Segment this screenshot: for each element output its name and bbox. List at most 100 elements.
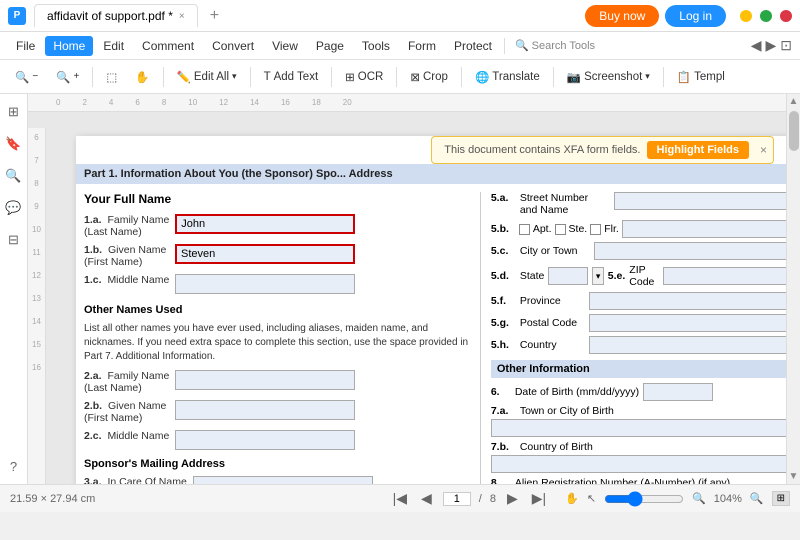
rc-alien-num: 8. xyxy=(491,477,511,484)
ste-checkbox[interactable] xyxy=(555,224,566,235)
rc-province-input[interactable] xyxy=(589,292,800,310)
menu-view[interactable]: View xyxy=(264,36,306,56)
sidebar-help-icon[interactable]: ? xyxy=(4,456,24,476)
highlight-fields-button[interactable]: Highlight Fields xyxy=(647,141,750,159)
your-full-name-title: Your Full Name xyxy=(84,192,472,206)
screenshot-dropdown-icon: ▾ xyxy=(645,71,650,82)
active-tab[interactable]: affidavit of support.pdf * × xyxy=(34,4,198,27)
search-tools-label: Search Tools xyxy=(532,40,595,52)
rc-country-birth-input[interactable] xyxy=(491,455,800,473)
log-in-button[interactable]: Log in xyxy=(665,5,726,27)
close-button[interactable] xyxy=(780,10,792,22)
prev-page-button[interactable]: ◀ xyxy=(418,488,435,509)
menu-home[interactable]: Home xyxy=(45,36,93,56)
middle-name-label-col: 1.c. Middle Name xyxy=(84,274,169,286)
rc-zip-input[interactable] xyxy=(663,267,800,285)
select-tool-button[interactable]: ⬚ xyxy=(99,67,124,87)
rc-postal-input[interactable] xyxy=(589,314,800,332)
rc-street-input[interactable] xyxy=(614,192,800,210)
care-of-input[interactable] xyxy=(193,476,373,484)
ste-label: Ste. xyxy=(569,223,588,235)
menu-convert[interactable]: Convert xyxy=(204,36,262,56)
search-tools[interactable]: 🔍 Search Tools xyxy=(509,37,601,54)
menu-tools[interactable]: Tools xyxy=(354,36,398,56)
ruler-mark: 0 xyxy=(56,98,60,107)
sidebar-layers-icon[interactable]: ⊟ xyxy=(4,230,24,250)
sidebar-comment-icon[interactable]: 💬 xyxy=(4,198,24,218)
left-col: Your Full Name 1.a. Family Name(Last Nam… xyxy=(84,192,480,484)
zoom-out-button[interactable]: 🔍− xyxy=(8,67,45,87)
menu-comment[interactable]: Comment xyxy=(134,36,202,56)
nav-back-icon[interactable]: ◀ xyxy=(751,37,762,54)
hand-tool-button[interactable]: ✋ xyxy=(128,67,156,87)
middle-name-num: 1.c. xyxy=(84,274,102,286)
rc-country-input[interactable] xyxy=(589,336,800,354)
apt-label: Apt. xyxy=(533,223,552,235)
rc-province-label: Province xyxy=(520,295,585,307)
rc-city-num: 5.c. xyxy=(491,245,516,257)
state-dropdown-icon[interactable]: ▾ xyxy=(592,267,603,285)
other-given-input[interactable] xyxy=(175,400,355,420)
maximize-button[interactable] xyxy=(760,10,772,22)
templ-button[interactable]: 📋 Templ xyxy=(670,67,732,87)
menu-page[interactable]: Page xyxy=(308,36,352,56)
rc-street-num: 5.a. xyxy=(491,192,516,204)
rc-city-input[interactable] xyxy=(594,242,800,260)
edit-all-button[interactable]: ✏️ Edit All ▾ xyxy=(170,67,244,87)
zoom-slider[interactable] xyxy=(604,491,684,507)
zoom-in-status-icon[interactable]: 🔍 xyxy=(750,492,764,505)
last-page-button[interactable]: ▶| xyxy=(529,488,549,509)
ocr-button[interactable]: ⊞ OCR xyxy=(338,67,390,87)
translate-button[interactable]: 🌐 Translate xyxy=(468,67,547,87)
middle-name-input[interactable] xyxy=(175,274,355,294)
rc-state-zip-row: 5.d. State ▾ 5.e. ZIP Code xyxy=(491,264,800,288)
ruler-v-mark: 6 xyxy=(34,133,38,142)
toolbar-sep-8 xyxy=(663,67,664,87)
crop-button[interactable]: ⊠ Crop xyxy=(403,67,455,87)
nav-forward-icon[interactable]: ▶ xyxy=(765,37,776,54)
zoom-out-status-icon[interactable]: 🔍 xyxy=(692,492,706,505)
next-page-button[interactable]: ▶ xyxy=(504,488,521,509)
add-text-button[interactable]: T Add Text xyxy=(257,68,326,86)
scroll-thumb[interactable] xyxy=(789,111,799,151)
minimize-button[interactable] xyxy=(740,10,752,22)
sidebar-search-icon[interactable]: 🔍 xyxy=(4,166,24,186)
new-tab-button[interactable]: + xyxy=(206,7,223,25)
rc-city-birth-input[interactable] xyxy=(491,419,800,437)
page-number-input[interactable] xyxy=(443,492,471,506)
fit-page-button[interactable]: ⊞ xyxy=(772,491,790,506)
given-name-input[interactable] xyxy=(175,244,355,264)
hand-icon: ✋ xyxy=(135,70,149,84)
rc-state-input[interactable] xyxy=(548,267,588,285)
vertical-ruler: 6 7 8 9 10 11 12 13 14 15 16 xyxy=(28,128,46,484)
menu-protect[interactable]: Protect xyxy=(446,36,500,56)
flr-checkbox[interactable] xyxy=(590,224,601,235)
rc-dob-input[interactable] xyxy=(643,383,713,401)
rc-zip-num: 5.e. xyxy=(608,270,626,282)
tab-close-icon[interactable]: × xyxy=(179,11,185,22)
other-middle-input[interactable] xyxy=(175,430,355,450)
menu-divider xyxy=(504,38,505,54)
toolbar-sep-4 xyxy=(331,67,332,87)
menu-form[interactable]: Form xyxy=(400,36,444,56)
first-page-button[interactable]: |◀ xyxy=(390,488,410,509)
sidebar-home-icon[interactable]: ⊞ xyxy=(4,102,24,122)
other-family-input[interactable] xyxy=(175,370,355,390)
zoom-in-button[interactable]: 🔍+ xyxy=(49,67,86,87)
zoom-out-icon: 🔍 xyxy=(15,70,29,84)
menu-edit[interactable]: Edit xyxy=(95,36,132,56)
vertical-scrollbar[interactable]: ▲ ▼ xyxy=(786,94,800,484)
apt-input[interactable] xyxy=(622,220,800,238)
screenshot-button[interactable]: 📷 Screenshot ▾ xyxy=(560,67,657,87)
scroll-down-icon[interactable]: ▼ xyxy=(789,471,799,482)
scroll-up-icon[interactable]: ▲ xyxy=(789,96,799,107)
window-icon[interactable]: ⊡ xyxy=(780,37,792,54)
sidebar-bookmark-icon[interactable]: 🔖 xyxy=(4,134,24,154)
banner-close-icon[interactable]: × xyxy=(760,143,767,157)
family-name-input[interactable] xyxy=(175,214,355,234)
ruler-mark: 20 xyxy=(343,98,352,107)
buy-now-button[interactable]: Buy now xyxy=(585,5,659,27)
menu-file[interactable]: File xyxy=(8,36,43,56)
apt-checkbox[interactable] xyxy=(519,224,530,235)
edit-all-dropdown-icon: ▾ xyxy=(232,71,237,82)
